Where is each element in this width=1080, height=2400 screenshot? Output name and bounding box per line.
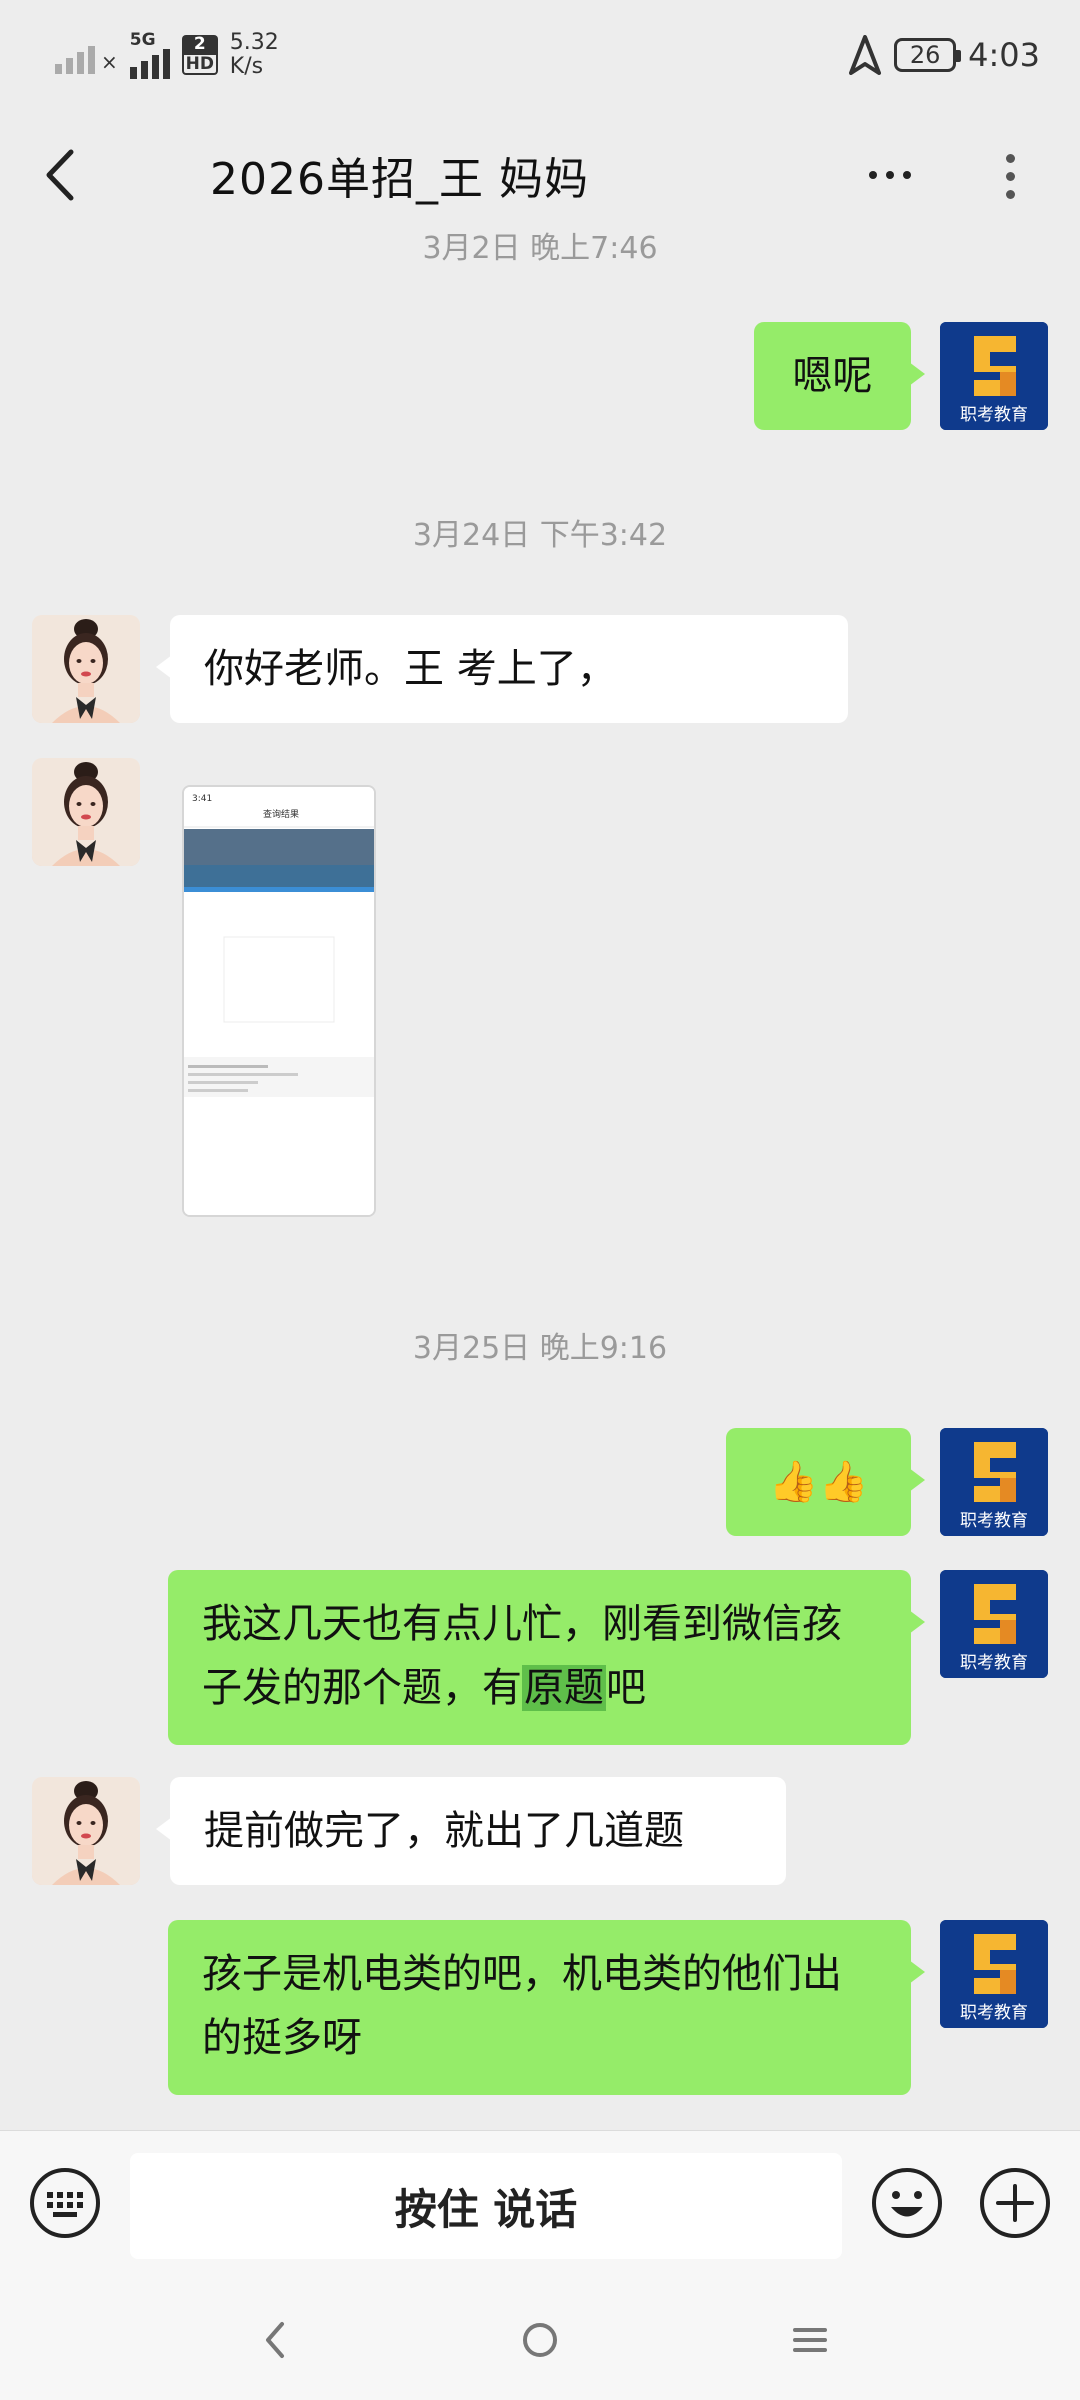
message-bubble-outgoing[interactable]: 我这几天也有点儿忙，刚看到微信孩子发的那个题，有原题吧 — [168, 1570, 925, 1745]
message-bubble-incoming[interactable]: 你好老师。王 考上了， — [156, 615, 848, 723]
battery-icon: 26 — [894, 38, 962, 72]
status-right: 26 4:03 — [848, 35, 1040, 75]
nav-home-icon — [523, 2323, 557, 2357]
kebab-icon[interactable] — [990, 148, 1030, 204]
nav-back-icon — [266, 2322, 284, 2358]
timestamp: 3月2日 晚上7:46 — [422, 231, 658, 266]
timestamp: 3月25日 晚上9:16 — [412, 1331, 668, 1366]
more-dots-icon[interactable] — [860, 155, 920, 195]
hd-badge: 2 HD — [181, 35, 218, 75]
clock: 4:03 — [968, 36, 1040, 74]
avatar[interactable] — [32, 1777, 140, 1885]
image-message[interactable]: 3:41 查询结果 — [182, 785, 376, 1217]
logo-icon: 职考教育 — [940, 322, 1048, 430]
avatar[interactable]: 职考教育 — [940, 322, 1048, 430]
status-left: × 5G 2 HD 5.32 K/s — [55, 31, 279, 79]
logo-icon: 职考教育 — [940, 1428, 1048, 1536]
message-bubble-outgoing[interactable]: 孩子是机电类的吧，机电类的他们出的挺多呀 — [168, 1920, 925, 2095]
more-actions-button[interactable] — [978, 2166, 1052, 2240]
nav-home-button[interactable] — [515, 2310, 565, 2370]
svg-text:3:41: 3:41 — [192, 794, 212, 804]
screenshot-thumbnail: 3:41 查询结果 — [184, 787, 374, 1215]
keyboard-icon — [30, 2168, 100, 2238]
avatar[interactable]: 职考教育 — [940, 1428, 1048, 1536]
highlighted-text: 原题 — [522, 1665, 606, 1711]
nav-menu-icon — [793, 2328, 827, 2352]
emoji-button[interactable] — [870, 2166, 944, 2240]
keyboard-button[interactable] — [28, 2166, 102, 2240]
navigation-arrow-icon — [849, 35, 882, 75]
timestamp: 3月24日 下午3:42 — [412, 518, 668, 553]
avatar[interactable]: 职考教育 — [940, 1570, 1048, 1678]
svg-text:职考教育: 职考教育 — [960, 1511, 1028, 1531]
avatar[interactable]: 职考教育 — [940, 1920, 1048, 2028]
status-bar: × 5G 2 HD 5.32 K/s 26 4:03 — [0, 0, 1080, 110]
network-speed: 5.32 K/s — [229, 30, 279, 79]
profile-photo-icon — [32, 758, 140, 866]
battery-level: 26 — [909, 41, 941, 69]
signal-1-icon: × — [55, 36, 118, 74]
svg-text:职考教育: 职考教育 — [960, 2003, 1028, 2023]
nav-back-button[interactable] — [250, 2310, 300, 2370]
message-bubble-outgoing[interactable]: 嗯呢 — [754, 322, 925, 430]
signal-2-icon: 5G — [129, 29, 170, 79]
message-bubble-incoming[interactable]: 提前做完了，就出了几道题 — [156, 1777, 786, 1885]
plus-icon — [980, 2168, 1050, 2238]
message-bubble-outgoing[interactable]: 👍👍 — [726, 1428, 925, 1536]
avatar[interactable] — [32, 615, 140, 723]
logo-icon: 职考教育 — [940, 1920, 1048, 2028]
system-nav-bar — [0, 2280, 1080, 2400]
profile-photo-icon — [32, 1777, 140, 1885]
svg-text:职考教育: 职考教育 — [960, 1653, 1028, 1673]
chevron-left-icon — [46, 149, 74, 201]
profile-photo-icon — [32, 615, 140, 723]
chat-title: 2026单招_王 妈妈 — [210, 154, 589, 205]
chat-area[interactable]: 3月2日 晚上7:46 嗯呢 职考教育 3月24日 下午3:42 你好老师。王 … — [0, 215, 1080, 2130]
logo-icon: 职考教育 — [940, 1570, 1048, 1678]
avatar[interactable] — [32, 758, 140, 866]
input-bar: 按住 说话 — [0, 2130, 1080, 2280]
hold-to-talk-button[interactable]: 按住 说话 — [130, 2153, 842, 2259]
message-text: 吧 — [606, 1665, 646, 1711]
svg-text:职考教育: 职考教育 — [960, 405, 1028, 425]
svg-text:查询结果: 查询结果 — [263, 808, 299, 820]
network-type: 5G — [129, 29, 156, 50]
nav-recents-button[interactable] — [785, 2310, 835, 2370]
smiley-icon — [872, 2168, 942, 2238]
